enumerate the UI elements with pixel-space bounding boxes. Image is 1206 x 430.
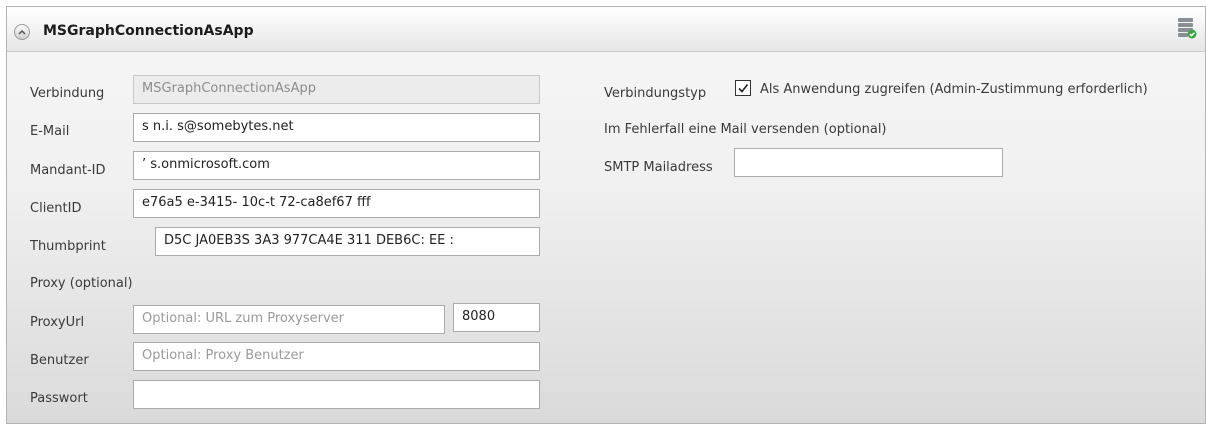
proxyurl-field[interactable]: Optional: URL zum Proxyserver	[133, 305, 445, 334]
checkmark-icon	[738, 84, 749, 93]
email-field[interactable]: s n.i. s@somebytes.net	[133, 113, 540, 142]
thumbprint-field[interactable]: D5C JA0EB3S 3A3 977CA4E 311 DEB6C: EE :	[155, 227, 540, 256]
panel-title: MSGraphConnectionAsApp	[43, 23, 254, 39]
mandant-id-label: Mandant-ID	[30, 163, 106, 178]
passwort-label: Passwort	[30, 391, 88, 406]
smtp-mailadress-field[interactable]	[734, 148, 1003, 177]
proxy-section-header: Proxy (optional)	[30, 276, 133, 291]
passwort-field[interactable]	[133, 380, 540, 409]
error-mail-section-header: Im Fehlerfall eine Mail versenden (optio…	[604, 122, 887, 137]
smtp-mailadress-label: SMTP Mailadress	[604, 160, 713, 175]
mandant-id-field[interactable]: ’ s.onmicrosoft.com	[133, 151, 540, 180]
verbindung-field: MSGraphConnectionAsApp	[133, 75, 540, 104]
panel-header: MSGraphConnectionAsApp	[7, 7, 1205, 52]
clientid-label: ClientID	[30, 201, 82, 216]
email-label: E-Mail	[30, 124, 70, 139]
chevron-up-icon	[18, 29, 26, 35]
verbindung-label: Verbindung	[30, 86, 105, 101]
collapse-button[interactable]	[14, 24, 30, 40]
proxyurl-label: ProxyUrl	[30, 315, 85, 330]
as-application-checkbox-label[interactable]: Als Anwendung zugreifen (Admin-Zustimmun…	[760, 82, 1148, 97]
as-application-checkbox[interactable]	[735, 80, 751, 96]
benutzer-label: Benutzer	[30, 353, 89, 368]
server-check-icon	[1178, 18, 1197, 39]
benutzer-field[interactable]: Optional: Proxy Benutzer	[133, 342, 540, 371]
verbindungstyp-label: Verbindungstyp	[604, 86, 707, 101]
clientid-field[interactable]: e76a5 e-3415- 10c-t 72-ca8ef67 fff	[133, 189, 540, 218]
proxy-port-field[interactable]: 8080	[453, 303, 540, 332]
thumbprint-label: Thumbprint	[30, 239, 106, 254]
